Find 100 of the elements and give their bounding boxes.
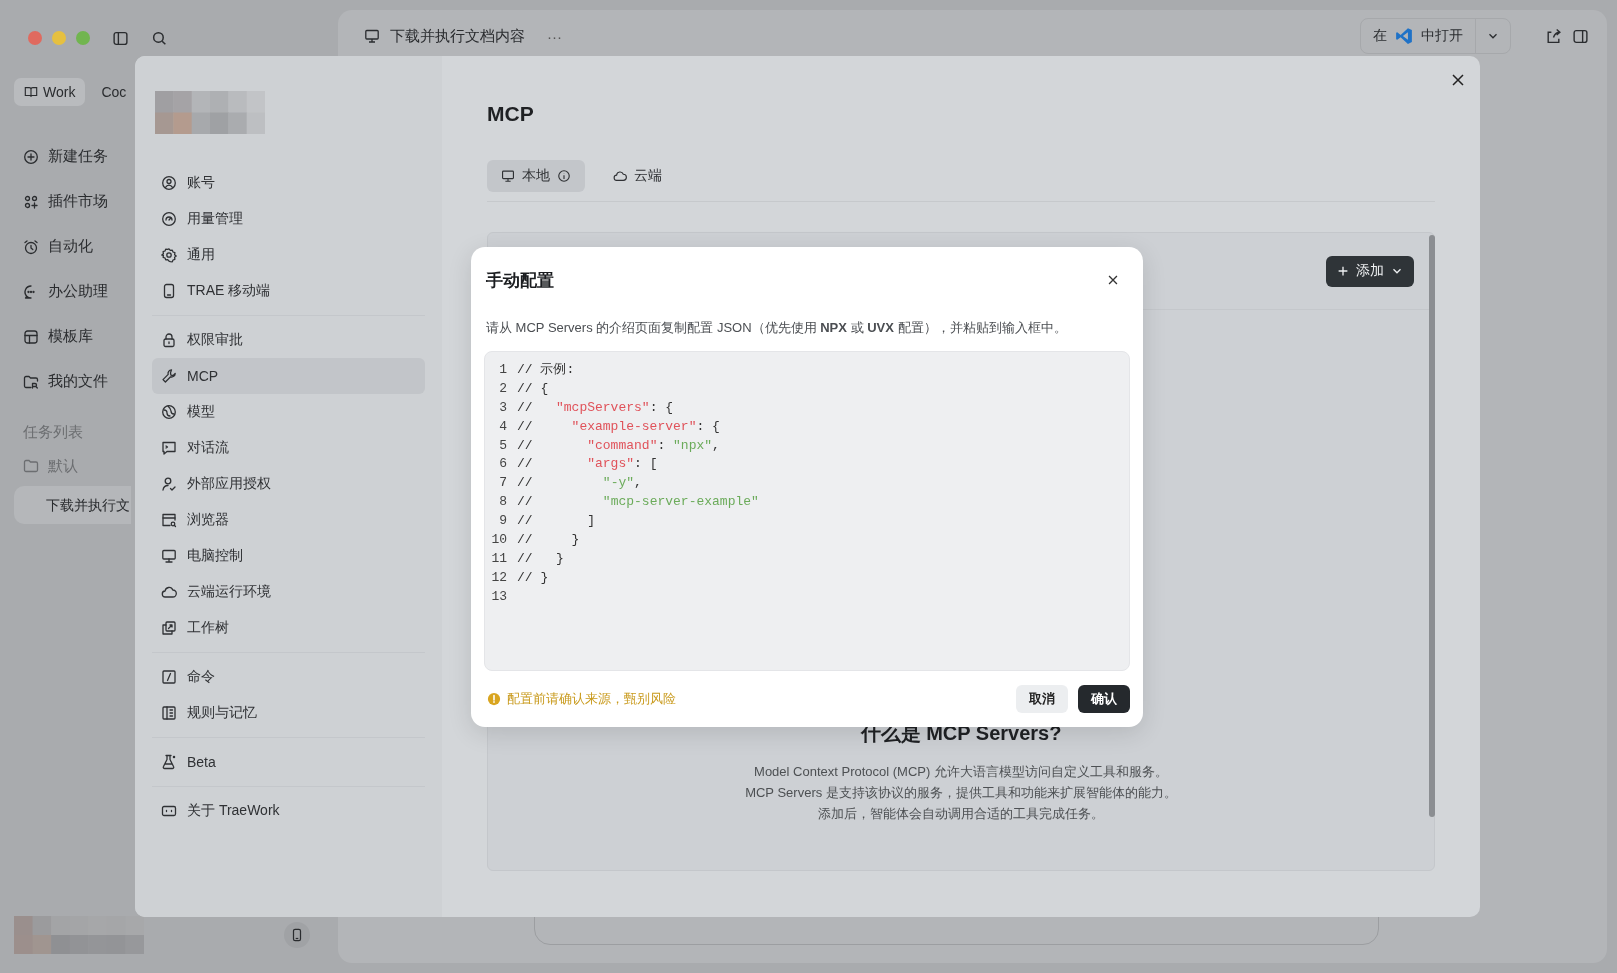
line-number: 11 [490, 549, 507, 568]
folder-icon [23, 458, 39, 474]
line-number: 12 [490, 568, 507, 587]
alarm-clock-icon [23, 238, 39, 255]
copy-icon [161, 620, 177, 636]
line-number: 8 [498, 493, 507, 512]
task-item[interactable]: 下载并执行文 [14, 486, 131, 524]
book-icon [161, 705, 177, 721]
book-icon [24, 85, 38, 99]
share-icon[interactable] [1545, 27, 1562, 45]
settings-menu-item[interactable]: 电脑控制 [152, 538, 425, 574]
sidebar-tab[interactable]: Work [14, 78, 86, 106]
code-line: // "-y", [517, 474, 642, 493]
open-in-editor-button[interactable]: 在 中打开 [1360, 18, 1511, 54]
close-icon[interactable] [1106, 273, 1120, 287]
line-number: 5 [498, 436, 507, 455]
cancel-button[interactable]: 取消 [1016, 685, 1068, 713]
mobile-button[interactable] [284, 922, 310, 948]
intro-text: MCP Servers 是支持该协议的服务，提供工具和功能来扩展智能体的能力。 [745, 784, 1177, 802]
settings-menu-item[interactable]: 账号 [152, 165, 425, 201]
line-number: 9 [498, 512, 507, 531]
code-line: // "mcpServers": { [517, 398, 674, 417]
code-editor-icon [1395, 27, 1413, 45]
browser-icon [161, 512, 177, 528]
settings-menu-item[interactable]: 浏览器 [152, 502, 425, 538]
intro-text: Model Context Protocol (MCP) 允许大语言模型访问自定义工具和服务。 [754, 763, 1168, 781]
nav-item[interactable]: 办公助理 [14, 269, 112, 314]
search-icon[interactable] [151, 29, 168, 47]
monitor-icon [364, 28, 380, 44]
settings-menu-item[interactable]: 用量管理 [152, 201, 425, 237]
settings-menu-item[interactable]: 权限审批 [152, 322, 425, 358]
code-line: // "args": [ [517, 455, 658, 474]
sidebar-toggle-icon[interactable] [112, 29, 129, 47]
nav-item[interactable]: 模板库 [14, 314, 97, 359]
cloud-icon [161, 584, 177, 600]
code-editor[interactable]: 1 // 示例: 2 // { 3 // "mcpServers": { 4 // "example-server": { 5 // "command": "npx", 6 // "args": [ 7 // "-y", 8 // "mcp-server-example" 9 // ] 10 // } 11 // } 12 // } 13 [484, 351, 1130, 671]
intro-text: 添加后，智能体会自动调用合适的工具完成任务。 [818, 805, 1104, 823]
settings-menu-item[interactable]: 模型 [152, 394, 425, 430]
settings-menu-item[interactable]: Beta [152, 744, 425, 780]
swirl-icon [161, 404, 177, 420]
phone-icon [290, 928, 304, 942]
tab[interactable]: 云端 [599, 160, 676, 192]
code-line: // { [517, 379, 549, 398]
user-check-icon [161, 476, 177, 492]
settings-menu-item[interactable]: 对话流 [152, 430, 425, 466]
settings-menu-item[interactable]: TRAE 移动端 [152, 273, 425, 309]
dialog-title: 手动配置 [486, 269, 554, 292]
slash-icon [161, 669, 177, 685]
nav-item[interactable]: 我的文件 [14, 359, 112, 404]
panel-toggle-icon[interactable] [1572, 27, 1589, 45]
sidebar-tab[interactable]: Coc [91, 78, 137, 106]
code-line: // } [517, 531, 580, 549]
settings-menu-item[interactable]: 规则与记忆 [152, 695, 425, 731]
gauge-icon [161, 211, 177, 227]
phone-icon [161, 283, 177, 299]
code-line: // } [517, 568, 549, 587]
scrollbar[interactable] [1429, 235, 1435, 817]
warning-icon [487, 692, 501, 706]
monitor-icon [501, 169, 515, 183]
add-button[interactable]: 添加 [1326, 255, 1414, 287]
dialog-description: 请从 MCP Servers 的介绍页面复制配置 JSON（优先使用 NPX 或 UVX 配置），并粘贴到输入框中。 [486, 319, 1068, 337]
line-number: 7 [498, 474, 507, 493]
cloud-icon [613, 169, 627, 183]
settings-menu-item[interactable]: MCP [152, 358, 425, 394]
settings-menu-item[interactable]: 关于 TraeWork [152, 793, 425, 829]
add-task-icon [23, 148, 39, 165]
line-number: 2 [498, 379, 507, 398]
line-number: 10 [490, 531, 507, 549]
code-line: // } [517, 549, 564, 568]
nav-item[interactable]: 新建任务 [14, 134, 112, 179]
settings-menu-item[interactable]: 通用 [152, 237, 425, 273]
warning-text: 配置前请确认来源，甄别风险 [507, 690, 676, 708]
code-line: // "command": "npx", [517, 436, 720, 455]
settings-menu-item[interactable]: 云端运行环境 [152, 574, 425, 610]
settings-menu-item[interactable]: 命令 [152, 659, 425, 695]
code-line: // "mcp-server-example" [517, 493, 759, 512]
line-number: 1 [498, 361, 507, 379]
settings-menu-item[interactable]: 外部应用授权 [152, 466, 425, 502]
settings-icon [161, 247, 177, 263]
confirm-button[interactable]: 确认 [1078, 685, 1130, 713]
card-icon [161, 803, 177, 819]
more-button[interactable]: ··· [547, 27, 562, 45]
flask-icon [161, 754, 177, 770]
line-number: 4 [498, 417, 507, 436]
folder-icon [23, 373, 39, 390]
user-icon [161, 175, 177, 191]
monitor-icon [161, 548, 177, 564]
window-title: 下载并执行文档内容 [390, 26, 525, 46]
code-line: // 示例: [517, 361, 575, 379]
close-icon[interactable] [1450, 72, 1466, 88]
nav-item[interactable]: 插件市场 [14, 179, 112, 224]
tab[interactable]: 本地 [487, 160, 585, 192]
line-number: 13 [490, 587, 507, 606]
settings-menu-item[interactable]: 工作树 [152, 610, 425, 646]
line-number: 6 [498, 455, 507, 474]
layout-icon [23, 328, 39, 345]
nav-item[interactable]: 自动化 [14, 224, 97, 269]
code-line: // "example-server": { [517, 417, 720, 436]
message-icon [161, 440, 177, 456]
info-icon [557, 169, 571, 183]
